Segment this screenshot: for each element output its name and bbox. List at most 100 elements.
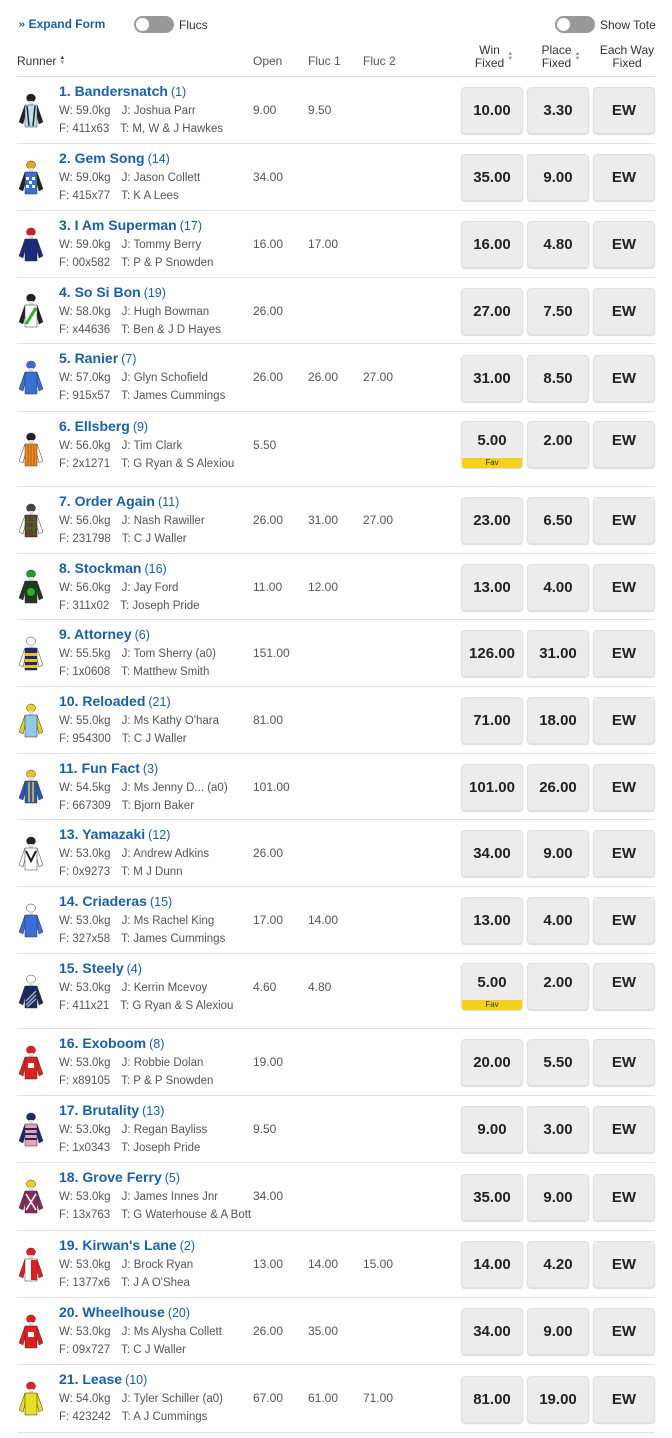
win-fixed-column-header[interactable]: Win Fixed ▲ ▼ <box>463 44 525 70</box>
place-odds-button[interactable]: 7.50 <box>527 288 589 335</box>
runner-name-link[interactable]: 3. I Am Superman (17) <box>59 217 202 233</box>
runner-name-link[interactable]: 5. Ranier (7) <box>59 350 136 366</box>
runner-name-link[interactable]: 19. Kirwan's Lane (2) <box>59 1237 195 1253</box>
place-odds-button[interactable]: 19.00 <box>527 1376 589 1423</box>
place-odds-button[interactable]: 3.30 <box>527 87 589 134</box>
weight: W: 56.0kg <box>59 440 111 452</box>
place-odds-button[interactable]: 9.00 <box>527 1174 589 1221</box>
win-odds-button[interactable]: 81.00 <box>461 1376 523 1423</box>
win-odds-button[interactable]: 13.00 <box>461 564 523 611</box>
win-odds-button[interactable]: 31.00 <box>461 355 523 402</box>
each-way-button[interactable]: EW <box>593 697 655 744</box>
each-way-button[interactable]: EW <box>593 1039 655 1086</box>
each-way-button[interactable]: EW <box>593 1174 655 1221</box>
runner-name-link[interactable]: 18. Grove Ferry (5) <box>59 1169 180 1185</box>
place-odds-button[interactable]: 8.50 <box>527 355 589 402</box>
place-odds: 8.50 <box>543 370 573 387</box>
win-odds-button[interactable]: 10.00 <box>461 87 523 134</box>
runner-name-link[interactable]: 11. Fun Fact (3) <box>59 760 158 776</box>
each-way-button[interactable]: EW <box>593 154 655 201</box>
runner-name-link[interactable]: 8. Stockman (16) <box>59 560 167 576</box>
place-odds-button[interactable]: 4.00 <box>527 897 589 944</box>
each-way-button[interactable]: EW <box>593 1308 655 1355</box>
each-way-label: EW <box>611 1323 637 1340</box>
win-odds-button[interactable]: 14.00 <box>461 1241 523 1288</box>
place-odds: 2.00 <box>543 974 573 991</box>
fluc2-odds: 71.00 <box>363 1391 394 1405</box>
fluc1-odds: 12.00 <box>308 580 339 594</box>
win-odds-button[interactable]: 13.00 <box>461 897 523 944</box>
place-odds-button[interactable]: 3.00 <box>527 1106 589 1153</box>
win-odds-button[interactable]: 35.00 <box>461 1174 523 1221</box>
runner-name-link[interactable]: 1. Bandersnatch (1) <box>59 83 186 99</box>
place-odds-button[interactable]: 4.20 <box>527 1241 589 1288</box>
win-odds-button[interactable]: 23.00 <box>461 497 523 544</box>
runner-name-link[interactable]: 20. Wheelhouse (20) <box>59 1304 190 1320</box>
expand-form-button[interactable]: » Expand Form <box>18 17 105 31</box>
place-odds-button[interactable]: 4.80 <box>527 221 589 268</box>
runner-name-link[interactable]: 2. Gem Song (14) <box>59 150 170 166</box>
runner-name-link[interactable]: 6. Ellsberg (9) <box>59 418 148 434</box>
each-way-button[interactable]: EW <box>593 421 655 468</box>
win-odds-button[interactable]: 16.00 <box>461 221 523 268</box>
place-odds-button[interactable]: 2.00 <box>527 421 589 468</box>
place-odds-button[interactable]: 6.50 <box>527 497 589 544</box>
win-odds: 71.00 <box>473 712 511 729</box>
win-odds-button[interactable]: 34.00 <box>461 1308 523 1355</box>
trainer: T: G Ryan & S Alexiou <box>120 1000 234 1012</box>
runner-name-link[interactable]: 16. Exoboom (8) <box>59 1035 164 1051</box>
runner-name-link[interactable]: 14. Criaderas (15) <box>59 893 172 909</box>
each-way-button[interactable]: EW <box>593 288 655 335</box>
each-way-button[interactable]: EW <box>593 1106 655 1153</box>
win-odds-button[interactable]: 20.00 <box>461 1039 523 1086</box>
each-way-button[interactable]: EW <box>593 963 655 1010</box>
each-way-button[interactable]: EW <box>593 764 655 811</box>
place-odds-button[interactable]: 9.00 <box>527 830 589 877</box>
place-odds-button[interactable]: 9.00 <box>527 154 589 201</box>
runner-name-link[interactable]: 13. Yamazaki (12) <box>59 826 170 842</box>
win-odds-button[interactable]: 5.00 Fav <box>461 421 523 468</box>
runner-row: 2. Gem Song (14) W: 59.0kg J: Jason Collett… <box>17 144 655 211</box>
each-way-button[interactable]: EW <box>593 630 655 677</box>
flucs-toggle[interactable] <box>134 16 174 33</box>
show-tote-toggle[interactable] <box>555 16 595 33</box>
runner-name-link[interactable]: 17. Brutality (13) <box>59 1102 164 1118</box>
place-odds-button[interactable]: 5.50 <box>527 1039 589 1086</box>
win-odds-button[interactable]: 126.00 <box>461 630 523 677</box>
place-odds-button[interactable]: 9.00 <box>527 1308 589 1355</box>
each-way-button[interactable]: EW <box>593 355 655 402</box>
place-odds-button[interactable]: 18.00 <box>527 697 589 744</box>
place-odds-button[interactable]: 2.00 <box>527 963 589 1010</box>
each-way-button[interactable]: EW <box>593 1376 655 1423</box>
win-odds-button[interactable]: 35.00 <box>461 154 523 201</box>
win-odds-button[interactable]: 71.00 <box>461 697 523 744</box>
win-odds: 23.00 <box>473 512 511 529</box>
each-way-button[interactable]: EW <box>593 87 655 134</box>
runner-name-link[interactable]: 10. Reloaded (21) <box>59 693 171 709</box>
runner-name-link[interactable]: 21. Lease (10) <box>59 1371 147 1387</box>
runner-row: 9. Attorney (6) W: 55.5kg J: Tom Sherry (a0… <box>17 620 655 687</box>
win-odds-button[interactable]: 101.00 <box>461 764 523 811</box>
place-odds-button[interactable]: 4.00 <box>527 564 589 611</box>
each-way-button[interactable]: EW <box>593 1241 655 1288</box>
jockey: J: Robbie Dolan <box>121 1057 204 1069</box>
each-way-button[interactable]: EW <box>593 897 655 944</box>
runner-name-link[interactable]: 15. Steely (4) <box>59 960 142 976</box>
win-odds-button[interactable]: 27.00 <box>461 288 523 335</box>
runner-name-link[interactable]: 4. So Si Bon (19) <box>59 284 166 300</box>
runner-name-link[interactable]: 9. Attorney (6) <box>59 626 150 642</box>
each-way-button[interactable]: EW <box>593 221 655 268</box>
win-odds-button[interactable]: 9.00 <box>461 1106 523 1153</box>
place-fixed-column-header[interactable]: Place Fixed ▲ ▼ <box>530 44 592 70</box>
each-way-button[interactable]: EW <box>593 497 655 544</box>
runner-column-header[interactable]: Runner ▲ ▼ <box>17 54 65 68</box>
win-odds-button[interactable]: 5.00 Fav <box>461 963 523 1010</box>
runner-name-link[interactable]: 7. Order Again (11) <box>59 493 179 509</box>
place-odds: 26.00 <box>539 779 577 796</box>
place-odds-button[interactable]: 31.00 <box>527 630 589 677</box>
win-odds-button[interactable]: 34.00 <box>461 830 523 877</box>
place-odds-button[interactable]: 26.00 <box>527 764 589 811</box>
open-odds: 26.00 <box>253 513 284 527</box>
each-way-button[interactable]: EW <box>593 564 655 611</box>
each-way-button[interactable]: EW <box>593 830 655 877</box>
